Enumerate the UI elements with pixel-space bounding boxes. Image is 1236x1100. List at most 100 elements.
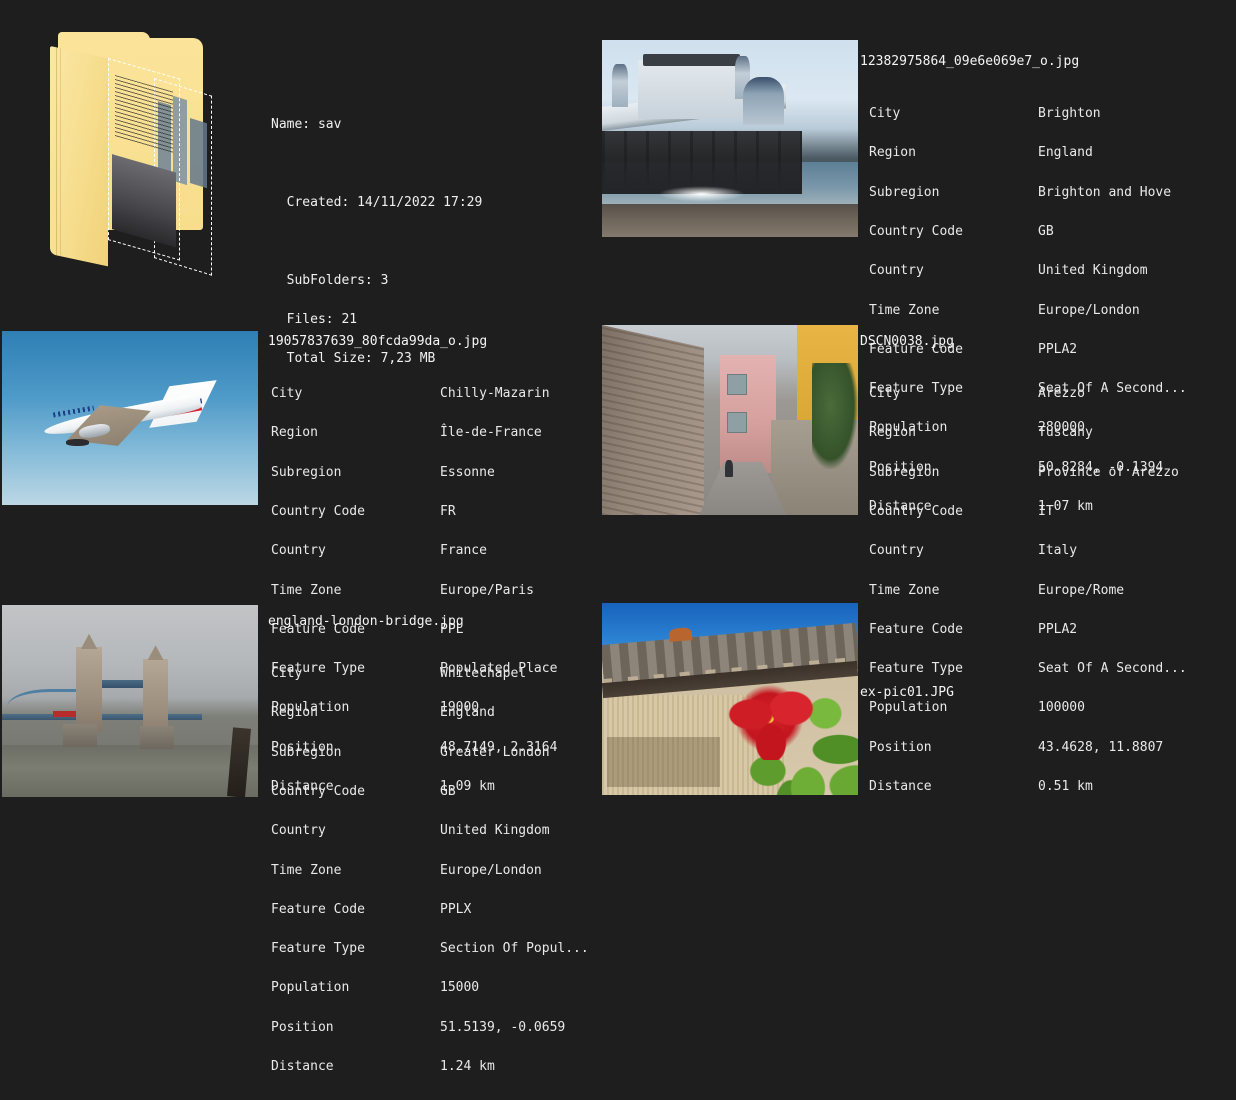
metadata-row-subregion: Subregion Brighton and Hove — [869, 186, 1187, 199]
field-label: City — [869, 386, 901, 402]
field-label: Time Zone — [869, 582, 940, 598]
folder-created-line: Created: 14/11/2022 17:29 — [271, 195, 483, 210]
field-label: Position — [869, 739, 932, 755]
field-value: PPLX — [440, 901, 472, 917]
field-label: Subregion — [271, 464, 342, 480]
field-value: Tuscany — [1038, 425, 1093, 441]
folder-thumbnail-front — [108, 58, 180, 261]
thumbnail-air-france-plane[interactable] — [2, 331, 258, 505]
field-value: Europe/London — [440, 862, 542, 878]
field-label: Time Zone — [869, 302, 940, 318]
field-label: Subregion — [869, 464, 940, 480]
field-value: Section Of Popul... — [440, 941, 589, 957]
field-label: Time Zone — [271, 862, 342, 878]
field-label: Region — [271, 425, 318, 441]
field-value: Arezzo — [1038, 386, 1085, 402]
metadata-row-subregion: Subregion Greater London — [271, 746, 589, 759]
metadata-row-country: Country Italy — [869, 544, 1187, 557]
field-label: Population — [869, 700, 948, 716]
field-label: Country — [271, 823, 326, 839]
field-value: 1.24 km — [440, 1059, 495, 1074]
field-label: Population — [271, 980, 350, 996]
metadata-row-distance: Distance 0.51 km — [869, 780, 1187, 793]
field-label: Country Code — [869, 504, 963, 520]
metadata-row-feature-code: Feature Code PPLA2 — [869, 623, 1187, 636]
field-label: Country — [869, 263, 924, 279]
field-label: Feature Type — [271, 941, 365, 957]
field-value: Chilly-Mazarin — [440, 386, 550, 402]
field-label: Region — [271, 705, 318, 721]
field-label: Subregion — [271, 744, 342, 760]
file-name-label[interactable]: england-london-bridge.jpg — [268, 615, 464, 628]
file-name-label[interactable]: DSCN0038.jpg — [860, 335, 954, 348]
field-label: Country Code — [271, 784, 365, 800]
field-label: Feature Type — [869, 661, 963, 677]
file-name-label[interactable]: 12382975864_09e6e069e7_o.jpg — [860, 55, 1079, 68]
metadata-row-country-code: Country Code GB — [271, 785, 589, 798]
field-label: City — [271, 666, 303, 682]
field-label: Feature Code — [869, 621, 963, 637]
field-value: Europe/Paris — [440, 582, 534, 598]
folder-files-line: Files: 21 — [271, 312, 358, 327]
metadata-row-feature-type: Feature Type Seat Of A Second... — [869, 662, 1187, 675]
field-value: IT — [1038, 504, 1054, 520]
thumbnail-hibiscus-roof[interactable] — [602, 603, 858, 795]
file-name-label[interactable]: ex-pic01.JPG — [860, 686, 954, 699]
metadata-row-region: Region Tuscany — [869, 426, 1187, 439]
metadata-row-city: City Brighton — [869, 107, 1187, 120]
metadata-row-country: Country United Kingdom — [271, 824, 589, 837]
field-label: Country — [271, 543, 326, 559]
metadata-row-region: Region Île-de-France — [271, 426, 557, 439]
field-value: Brighton and Hove — [1038, 184, 1172, 200]
field-label: City — [869, 106, 901, 122]
thumbnail-tower-bridge[interactable] — [2, 605, 258, 797]
field-value: GB — [1038, 224, 1054, 240]
field-label: Feature Code — [271, 901, 365, 917]
metadata-row-time-zone: Time Zone Europe/Rome — [869, 582, 1187, 598]
field-value: Brighton — [1038, 106, 1101, 122]
metadata-row-feature-code: Feature Code PPLX — [271, 903, 589, 916]
field-value: 15000 — [440, 980, 480, 996]
metadata-row-country-code: Country Code FR — [271, 505, 557, 518]
field-value: Essonne — [440, 464, 495, 480]
field-value: Île-de-France — [440, 425, 542, 441]
field-label: Distance — [271, 1059, 334, 1074]
field-value: United Kingdom — [440, 823, 550, 839]
field-value: 100000 — [1038, 700, 1085, 716]
field-value: Province of Arezzo — [1038, 464, 1179, 480]
metadata-row-region: Region England — [869, 146, 1187, 159]
metadata-row-country-code: Country Code IT — [869, 505, 1187, 518]
metadata-row-time-zone: Time Zone Europe/Paris — [271, 582, 557, 598]
folder-subfolders-line: SubFolders: 3 — [271, 273, 389, 288]
field-value: Seat Of A Second... — [1038, 661, 1187, 677]
metadata-row-subregion: Subregion Essonne — [271, 466, 557, 479]
metadata-row-country: Country United Kingdom — [869, 264, 1187, 277]
field-label: Time Zone — [271, 582, 342, 598]
metadata-row-city: City Chilly-Mazarin — [271, 387, 557, 400]
folder-icon[interactable] — [40, 30, 230, 276]
metadata-row-position: Position 43.4628, 11.8807 — [869, 741, 1187, 754]
field-value: 43.4628, 11.8807 — [1038, 739, 1164, 755]
field-value: Europe/London — [1038, 302, 1140, 318]
field-value: GB — [440, 784, 456, 800]
file-browser-canvas: Name: sav Created: 14/11/2022 17:29 SubF… — [0, 0, 1236, 1073]
metadata-row-feature-type: Feature Type Section Of Popul... — [271, 942, 589, 955]
thumbnail-arezzo-alley[interactable] — [602, 325, 858, 515]
field-label: City — [271, 386, 303, 402]
field-label: Country Code — [869, 224, 963, 240]
metadata-row-time-zone: Time Zone Europe/London — [271, 862, 589, 878]
field-label: Position — [271, 1019, 334, 1035]
field-label: Region — [869, 425, 916, 441]
field-label: Subregion — [869, 184, 940, 200]
file-name-label[interactable]: 19057837639_80fcda99da_o.jpg — [268, 335, 487, 348]
metadata-row-country-code: Country Code GB — [869, 225, 1187, 238]
field-value: France — [440, 543, 487, 559]
folder-front-flap — [50, 46, 108, 267]
metadata-table: City Whitechapel Region England Subregion G… — [271, 641, 589, 1099]
thumbnail-brighton-pier[interactable] — [602, 40, 858, 237]
field-value: Europe/Rome — [1038, 582, 1125, 598]
metadata-row-region: Region England — [271, 706, 589, 719]
metadata-row-population: Population 15000 — [271, 981, 589, 994]
